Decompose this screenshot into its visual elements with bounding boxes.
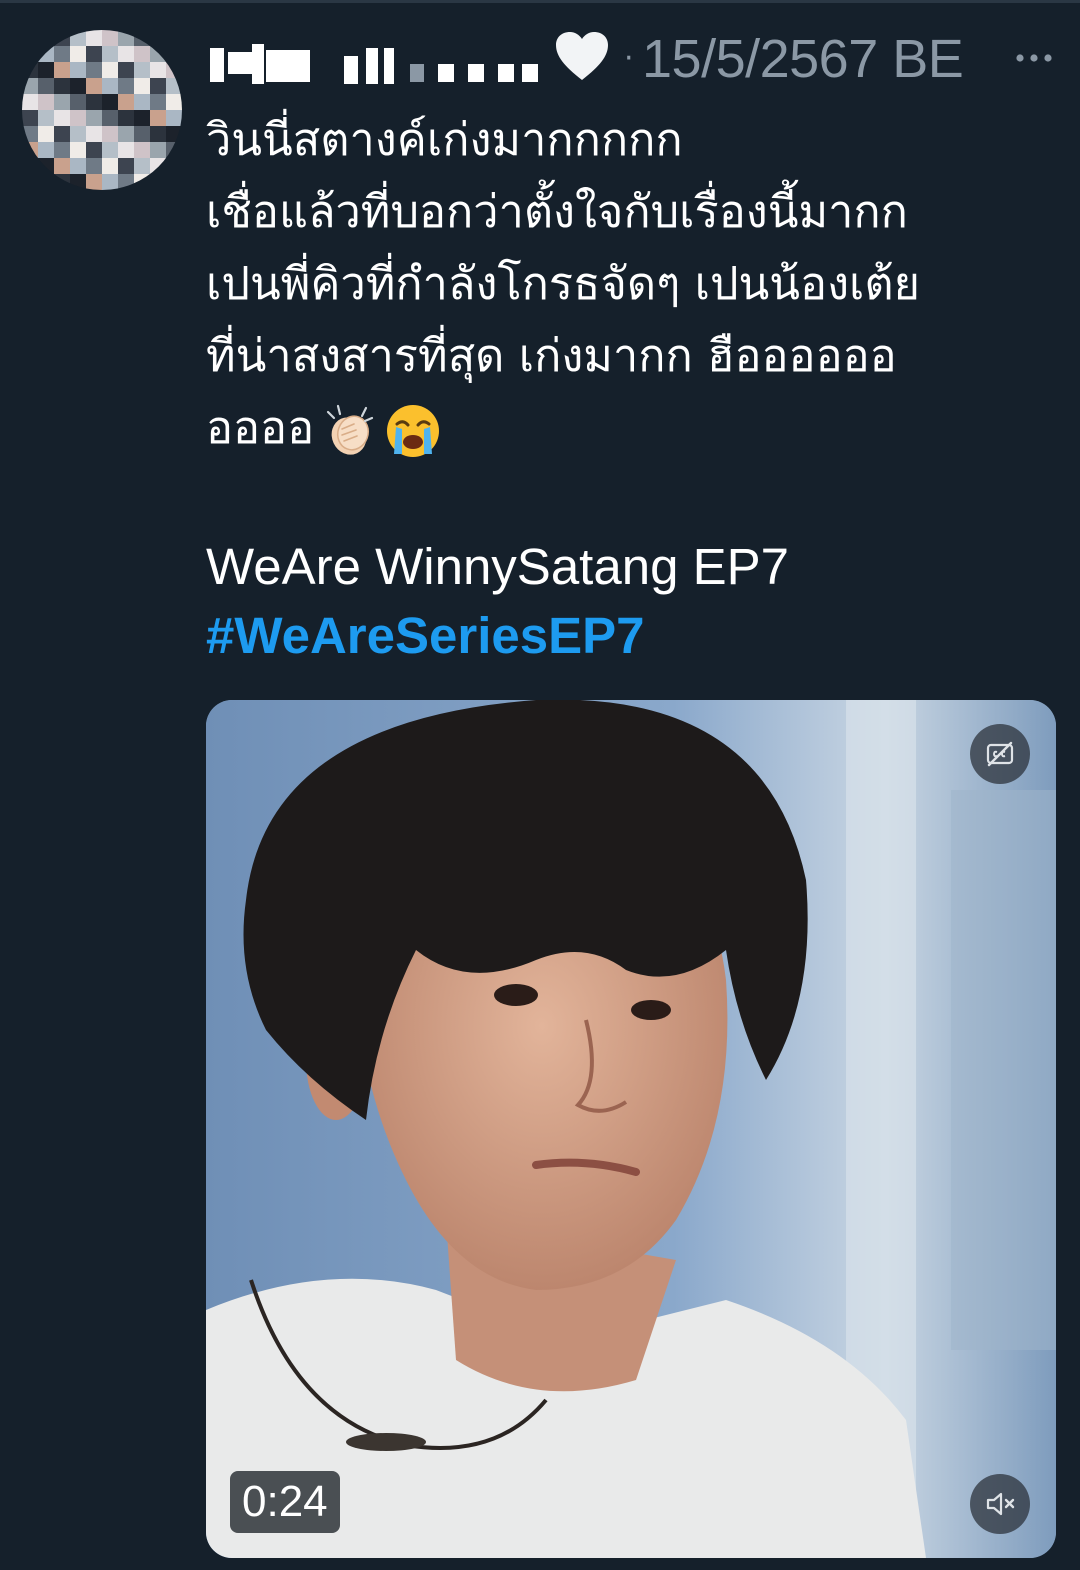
mute-icon xyxy=(986,1492,1015,1516)
loudly-crying-face-emoji xyxy=(384,402,442,460)
mute-toggle-button[interactable] xyxy=(970,1474,1030,1534)
more-options-icon[interactable] xyxy=(1012,36,1058,76)
video-duration: 0:24 xyxy=(230,1471,340,1533)
top-divider xyxy=(0,0,1080,3)
separator-dot: · xyxy=(624,41,634,76)
hashtag-link[interactable]: #WeAreSeriesEP7 xyxy=(206,604,645,668)
video-player[interactable]: 0:24 xyxy=(206,700,1056,1558)
liked-heart-icon[interactable] xyxy=(554,30,610,82)
tweet-text: วินนี่สตางค์เก่งมากกกกก เชื่อแล้วที่บอกว… xyxy=(206,113,921,454)
tweet-body: วินนี่สตางค์เก่งมากกกกก เชื่อแล้วที่บอกว… xyxy=(206,104,1066,464)
captions-off-icon xyxy=(986,741,1014,767)
video-frame xyxy=(206,700,1056,1558)
clapping-hands-emoji xyxy=(320,402,378,460)
username-redacted[interactable] xyxy=(206,38,546,84)
tweet-timestamp[interactable]: 15/5/2567 BE xyxy=(642,28,964,90)
captions-off-button[interactable] xyxy=(970,724,1030,784)
tweet-caption: WeAre WinnySatang EP7 xyxy=(206,538,790,595)
avatar[interactable] xyxy=(22,30,182,190)
